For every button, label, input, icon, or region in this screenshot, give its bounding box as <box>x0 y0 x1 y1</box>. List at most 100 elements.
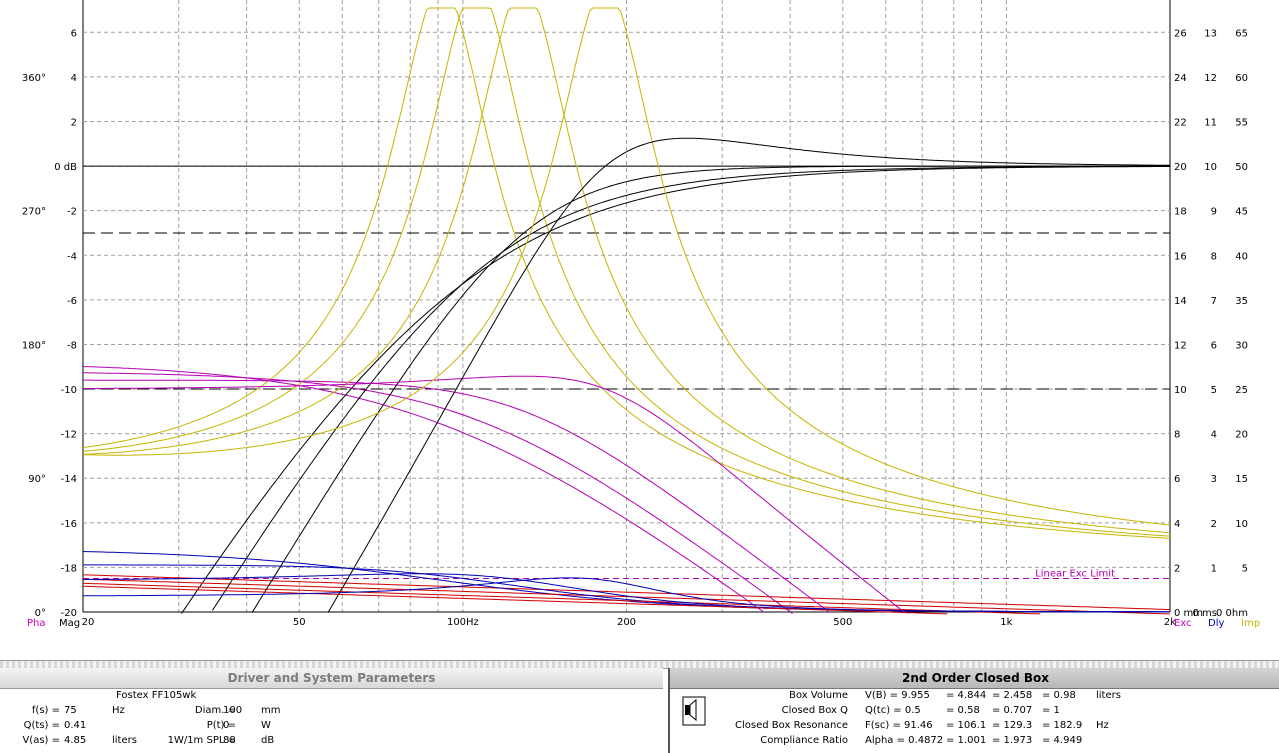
excursion-legend-label: Exc <box>1174 618 1192 629</box>
delay-tick-label: 8 <box>1174 430 1180 441</box>
ms-tick-label: 1 <box>1211 563 1217 574</box>
box-param-value-1: Alpha = 0.4872 <box>865 735 944 746</box>
db-tick-label: -18 <box>61 563 77 574</box>
delay-tick-label: 18 <box>1174 207 1187 218</box>
delay-curve <box>82 573 1170 613</box>
delay-tick-label: 26 <box>1174 28 1187 39</box>
box-param-value-4: = 1 <box>1042 705 1060 716</box>
delay-tick-label: 4 <box>1174 519 1180 530</box>
ohm-tick-label: 60 <box>1235 73 1248 84</box>
ms-tick-label: 13 <box>1204 28 1217 39</box>
driver-name: Fostex FF105wk <box>116 690 197 701</box>
db-tick-label: 2 <box>71 117 77 128</box>
box-param-value-2: = 106.1 <box>946 720 987 731</box>
box-param-label: Closed Box Q <box>781 705 848 716</box>
freq-tick-label: 20 <box>82 617 95 628</box>
ohm-tick-label: 25 <box>1235 385 1248 396</box>
ms-tick-label: 5 <box>1211 385 1217 396</box>
param2-unit: mm <box>261 705 281 716</box>
phase-tick-label: 270° <box>22 207 46 218</box>
ms-tick-label: 6 <box>1211 340 1217 351</box>
phase-tick-label: 90° <box>28 474 46 485</box>
box-param-label: Closed Box Resonance <box>735 720 848 731</box>
box-param-value-4: = 0.98 <box>1042 690 1076 701</box>
freq-tick-label: 1k <box>1000 617 1012 628</box>
phase-tick-label: 180° <box>22 340 46 351</box>
db-tick-label: -16 <box>61 519 77 530</box>
impedance-legend-label: Imp <box>1241 618 1260 629</box>
ms-tick-label: 7 <box>1211 296 1217 307</box>
ms-tick-label: 9 <box>1211 207 1217 218</box>
delay-tick-label: 6 <box>1174 474 1180 485</box>
delay-legend-label: Dly <box>1208 618 1224 629</box>
excursion-limit-label: Linear Exc Limit <box>1035 569 1115 580</box>
param-value: 75 <box>64 705 77 716</box>
delay-tick-label: 10 <box>1174 385 1187 396</box>
ohm-tick-label: 5 <box>1242 563 1248 574</box>
ohm-tick-label: 20 <box>1235 430 1248 441</box>
db-tick-label: -8 <box>67 340 77 351</box>
freq-tick-label: 500 <box>833 617 852 628</box>
ohm-tick-label: 10 <box>1235 519 1248 530</box>
driver-panel-title: Driver and System Parameters <box>0 668 663 689</box>
box-param-label: Compliance Ratio <box>760 735 848 746</box>
ms-tick-label: 10 <box>1204 162 1217 173</box>
box-param-value-1: V(B) = 9.955 <box>865 690 930 701</box>
param-label: f(s) = <box>31 705 60 716</box>
magnitude-curve <box>327 137 1170 613</box>
delay-tick-label: 14 <box>1174 296 1187 307</box>
ms-tick-label: 11 <box>1204 117 1217 128</box>
closed-box-panel: 2nd Order Closed Box Box Volume V(B) = 9.… <box>668 668 1279 753</box>
magnitude-curve <box>181 166 1170 614</box>
param-label: V(as) = <box>22 735 60 746</box>
ms-tick-label: 3 <box>1211 474 1217 485</box>
box-param-value-1: Q(tc) = 0.5 <box>865 705 921 716</box>
ohm-tick-label: 15 <box>1235 474 1248 485</box>
delay-tick-label: 20 <box>1174 162 1187 173</box>
freq-tick-label: 50 <box>293 617 306 628</box>
freq-tick-label: 200 <box>617 617 636 628</box>
box-param-value-4: = 182.9 <box>1042 720 1083 731</box>
ms-tick-label: 8 <box>1211 251 1217 262</box>
ohm-tick-label: 40 <box>1235 251 1248 262</box>
db-tick-label: -14 <box>61 474 77 485</box>
ohm-tick-label: 65 <box>1235 28 1248 39</box>
param-unit: liters <box>112 735 137 746</box>
param2-value: 0 <box>223 720 230 731</box>
box-param-label: Box Volume <box>789 690 848 701</box>
closed-box-icon <box>682 696 706 726</box>
db-tick-label: -2 <box>67 207 77 218</box>
param2-value: 88 <box>223 735 236 746</box>
phase-tick-label: 360° <box>22 73 46 84</box>
box-param-value-3: = 129.3 <box>992 720 1033 731</box>
phase-legend-label: Pha <box>27 618 46 629</box>
closed-box-panel-title: 2nd Order Closed Box <box>670 668 1279 689</box>
box-param-value-3: = 2.458 <box>992 690 1033 701</box>
ohm-tick-label: 55 <box>1235 117 1248 128</box>
magnitude-legend-label: Mag <box>59 618 80 629</box>
db-tick-label: -12 <box>61 430 77 441</box>
db-tick-label: 0 dB <box>54 162 77 173</box>
delay-tick-label: 16 <box>1174 251 1187 262</box>
response-graph: Linear Exc Limit 6 4 2 0 dB -2 -4 -6 -8 -10 -12 -14… <box>22 0 1260 629</box>
ohm-tick-label: 50 <box>1235 162 1248 173</box>
box-param-value-1: F(sc) = 91.46 <box>865 720 933 731</box>
param2-unit: W <box>261 720 271 731</box>
ohm-tick-label: 45 <box>1235 207 1248 218</box>
delay-tick-label: 24 <box>1174 73 1187 84</box>
db-tick-label: -4 <box>67 251 77 262</box>
param-value: 4.85 <box>64 735 87 746</box>
freq-tick-label: 100Hz <box>447 617 479 628</box>
param2-unit: dB <box>261 735 275 746</box>
box-param-value-2: = 1.001 <box>946 735 987 746</box>
driver-parameters-panel: Driver and System Parameters Fostex FF10… <box>0 668 663 753</box>
box-param-unit: liters <box>1096 690 1121 701</box>
db-tick-label: -6 <box>67 296 77 307</box>
box-param-value-2: = 4.844 <box>946 690 987 701</box>
db-tick-label: -10 <box>61 385 77 396</box>
delay-tick-label: 2 <box>1174 563 1180 574</box>
param-value: 0.41 <box>64 720 87 731</box>
ms-tick-label: 4 <box>1211 430 1217 441</box>
param-label: Q(ts) = <box>23 720 60 731</box>
param-unit: Hz <box>112 705 125 716</box>
